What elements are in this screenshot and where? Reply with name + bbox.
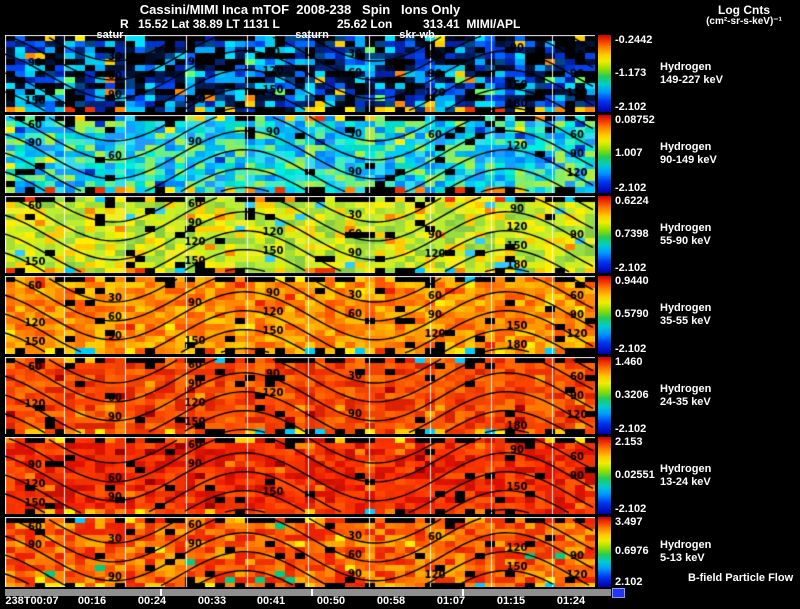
colorbar [598, 115, 611, 193]
colorbar-value-bot: -2.102 [615, 262, 647, 274]
channel-species: Hydrogen [660, 383, 712, 395]
colorbar-value-bot: -2.102 [615, 182, 647, 194]
channel-label: Hydrogen 13-24 keV [660, 463, 711, 489]
time-tick-label: 00:24 [137, 595, 167, 607]
channel-species: Hydrogen [660, 222, 712, 234]
spectrogram-heatmap [5, 276, 595, 354]
time-tick-label: 00:50 [316, 595, 346, 607]
spectrogram-heatmap [5, 517, 595, 587]
colorbar [598, 517, 611, 587]
time-tick-label: 00:41 [256, 595, 286, 607]
colorbar-units-formula: (cm²-sr-s-keV)⁻¹ [706, 16, 782, 27]
channel-energy-range: 24-35 keV [660, 396, 711, 408]
channel-label: Hydrogen 149-227 keV [660, 61, 723, 87]
event-label-satur: satur [96, 29, 124, 41]
colorbar-value-mid: 0.3206 [615, 389, 649, 401]
colorbar-value-bot: 2.102 [615, 576, 643, 588]
spectrogram-heatmap [5, 437, 595, 514]
time-tick-label: 01:07 [436, 595, 466, 607]
spectrogram-heatmap [5, 196, 595, 273]
spectrogram-heatmap [5, 115, 595, 193]
colorbar-value-bot: -2.102 [615, 101, 647, 113]
colorbar [598, 276, 611, 354]
channel-energy-range: 35-55 keV [660, 315, 711, 327]
channel-energy-range: 5-13 keV [660, 552, 705, 564]
time-tick-label: 01:15 [496, 595, 526, 607]
colorbar-value-mid: 0.7398 [615, 228, 649, 240]
channel-species: Hydrogen [660, 463, 712, 475]
spectrogram-panel: -0.2442 -1.173 -2.102 Hydrogen 149-227 keV [0, 34, 800, 113]
channel-energy-range: 90-149 keV [660, 154, 717, 166]
spectrogram-panel: 0.9440 0.5790 -2.102 Hydrogen 35-55 keV [0, 275, 800, 355]
bfield-particle-flow-note: B-field Particle Flow [688, 572, 794, 584]
time-tick-label: 238T00:07 [5, 595, 59, 607]
channel-label: Hydrogen 5-13 keV [660, 539, 711, 565]
colorbar-value-top: 0.6224 [615, 195, 649, 207]
channel-label: Hydrogen 24-35 keV [660, 383, 711, 409]
colorbar-value-top: 1.460 [615, 356, 643, 368]
channel-label: Hydrogen 90-149 keV [660, 141, 717, 167]
channel-species: Hydrogen [660, 141, 712, 153]
spectrogram-panel: 0.6224 0.7398 -2.102 Hydrogen 55-90 keV [0, 195, 800, 274]
colorbar-value-top: 0.08752 [615, 114, 655, 126]
colorbar-value-mid: -1.173 [615, 67, 647, 79]
colorbar-units-title: Log Cnts [718, 3, 770, 17]
colorbar [598, 437, 611, 514]
spectrogram-panel: 1.460 0.3206 -2.102 Hydrogen 24-35 keV [0, 356, 800, 435]
info-value-source: 313.41 MIMI/APL [423, 17, 521, 31]
page-title: Cassini/MIMI Inca mTOF 2008-238 Spin Ion… [139, 2, 461, 17]
colorbar-value-mid: 0.5790 [615, 308, 649, 320]
time-tick-label: 01:24 [556, 595, 586, 607]
colorbar-value-top: -0.2442 [615, 34, 653, 46]
colorbar-value-mid: 0.6976 [615, 545, 649, 557]
colorbar [598, 35, 611, 112]
spectrogram-panel: 3.497 0.6976 2.102 Hydrogen 5-13 keV B-field … [0, 516, 800, 588]
time-tick-label: 00:16 [77, 595, 107, 607]
event-label-saturn: saturn [295, 29, 329, 41]
colorbar-value-top: 3.497 [615, 516, 643, 528]
colorbar-value-bot: -2.102 [615, 423, 647, 435]
channel-label: Hydrogen 55-90 keV [660, 222, 711, 248]
colorbar [598, 196, 611, 273]
channel-species: Hydrogen [660, 539, 712, 551]
colorbar-value-top: 2.153 [615, 436, 643, 448]
time-axis: 238T00:07 00:16 00:24 00:33 00:41 00:50 00:58 0… [0, 595, 800, 609]
info-lat-lt: 15.52 Lat 38.89 LT 1131 L [138, 17, 280, 31]
channel-label: Hydrogen 35-55 keV [660, 302, 711, 328]
spectrogram-heatmap [5, 357, 595, 434]
channel-energy-range: 55-90 keV [660, 235, 711, 247]
colorbar-value-top: 0.9440 [615, 275, 649, 287]
channel-energy-range: 13-24 keV [660, 476, 711, 488]
time-tick-label: 00:58 [376, 595, 406, 607]
time-tick-label: 00:33 [197, 595, 227, 607]
channel-species: Hydrogen [660, 302, 712, 314]
spectrogram-panel: 0.08752 1.007 -2.102 Hydrogen 90-149 keV [0, 114, 800, 194]
colorbar-value-bot: -2.102 [615, 503, 647, 515]
colorbar-value-mid: 0.02551 [615, 469, 655, 481]
colorbar [598, 357, 611, 434]
colorbar-value-bot: -2.102 [615, 343, 647, 355]
channel-species: Hydrogen [660, 61, 712, 73]
info-lon: 25.62 Lon [337, 17, 393, 31]
channel-energy-range: 149-227 keV [660, 74, 723, 86]
spectrogram-panel: 2.153 0.02551 -2.102 Hydrogen 13-24 keV [0, 436, 800, 515]
spectrogram-heatmap [5, 35, 595, 112]
colorbar-value-mid: 1.007 [615, 147, 643, 159]
event-label-skr-wb: skr-wb [399, 29, 435, 41]
